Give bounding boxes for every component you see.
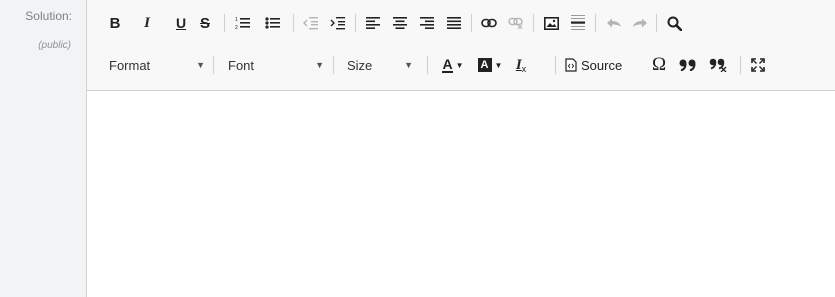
toolbar-separator (427, 56, 428, 74)
field-label: Solution: (25, 9, 72, 23)
chevron-down-icon: ▼ (196, 60, 205, 70)
align-center-icon[interactable] (389, 11, 411, 35)
unlink-icon[interactable] (505, 11, 527, 35)
search-icon[interactable] (663, 11, 685, 35)
toolbar-separator (740, 56, 741, 74)
source-icon (565, 58, 577, 72)
toolbar-separator (656, 14, 657, 32)
strikethrough-button[interactable]: S (195, 11, 215, 35)
align-left-icon[interactable] (362, 11, 384, 35)
chevron-down-icon: ▼ (494, 60, 503, 70)
chevron-down-icon: ▼ (404, 60, 413, 70)
italic-button[interactable]: I (137, 11, 157, 35)
format-dropdown-label: Format (109, 57, 151, 73)
bold-button[interactable]: B (105, 11, 125, 35)
remove-format-sub: x (521, 64, 527, 74)
special-character-icon[interactable]: Ω (648, 53, 670, 77)
link-icon[interactable] (478, 11, 500, 35)
toolbar-separator (595, 14, 596, 32)
bulleted-list-icon[interactable] (262, 11, 284, 35)
source-button[interactable]: Source (565, 53, 637, 77)
numbered-list-icon[interactable]: 12 (232, 11, 254, 35)
toolbar-separator (224, 14, 225, 32)
format-dropdown[interactable]: Format ▼ (109, 53, 205, 77)
size-dropdown[interactable]: Size ▼ (347, 53, 413, 77)
toolbar-separator (333, 56, 334, 74)
size-dropdown-label: Size (347, 57, 373, 73)
image-icon[interactable] (540, 11, 562, 35)
text-color-icon: A (442, 56, 453, 73)
toolbar-separator (293, 14, 294, 32)
background-color-button[interactable]: A ▼ (473, 53, 507, 77)
svg-text:1: 1 (235, 17, 238, 23)
field-sublabel: (public) (38, 40, 71, 51)
toolbar-separator (533, 14, 534, 32)
blockquote-icon[interactable] (676, 53, 700, 77)
toolbar-separator (471, 14, 472, 32)
remove-format-icon[interactable]: Ix (509, 53, 533, 77)
editor-content-area[interactable] (87, 91, 835, 297)
source-button-label: Source (581, 57, 623, 73)
chevron-down-icon: ▼ (315, 60, 324, 70)
redo-icon[interactable] (629, 11, 651, 35)
background-color-icon: A (477, 58, 492, 72)
toolbar-row-2: Format ▼ Font ▼ Size ▼ A ▼ A ▼ I x Sourc… (87, 50, 835, 80)
svg-text:2: 2 (235, 25, 238, 30)
editor-toolbar: B I U S 12 Format ▼ Font ▼ Size ▼ A ▼ A … (87, 0, 835, 91)
remove-blockquote-icon[interactable] (706, 53, 732, 77)
toolbar-row-1: B I U S 12 (87, 8, 835, 38)
justify-icon[interactable] (443, 11, 465, 35)
chevron-down-icon: ▼ (455, 60, 464, 70)
increase-indent-icon[interactable] (327, 11, 349, 35)
toolbar-separator (213, 56, 214, 74)
horizontal-line-icon[interactable] (567, 11, 589, 35)
align-right-icon[interactable] (416, 11, 438, 35)
underline-button[interactable]: U (171, 11, 191, 35)
font-dropdown-label: Font (228, 57, 255, 73)
field-label-column: Solution: (public) (0, 0, 86, 297)
text-color-button[interactable]: A ▼ (437, 53, 469, 77)
toolbar-separator (355, 14, 356, 32)
rich-text-editor: B I U S 12 Format ▼ Font ▼ Size ▼ A ▼ A … (86, 0, 835, 297)
decrease-indent-icon[interactable] (300, 11, 322, 35)
font-dropdown[interactable]: Font ▼ (228, 53, 324, 77)
toolbar-separator (555, 56, 556, 74)
undo-icon[interactable] (603, 11, 625, 35)
maximize-icon[interactable] (747, 53, 769, 77)
